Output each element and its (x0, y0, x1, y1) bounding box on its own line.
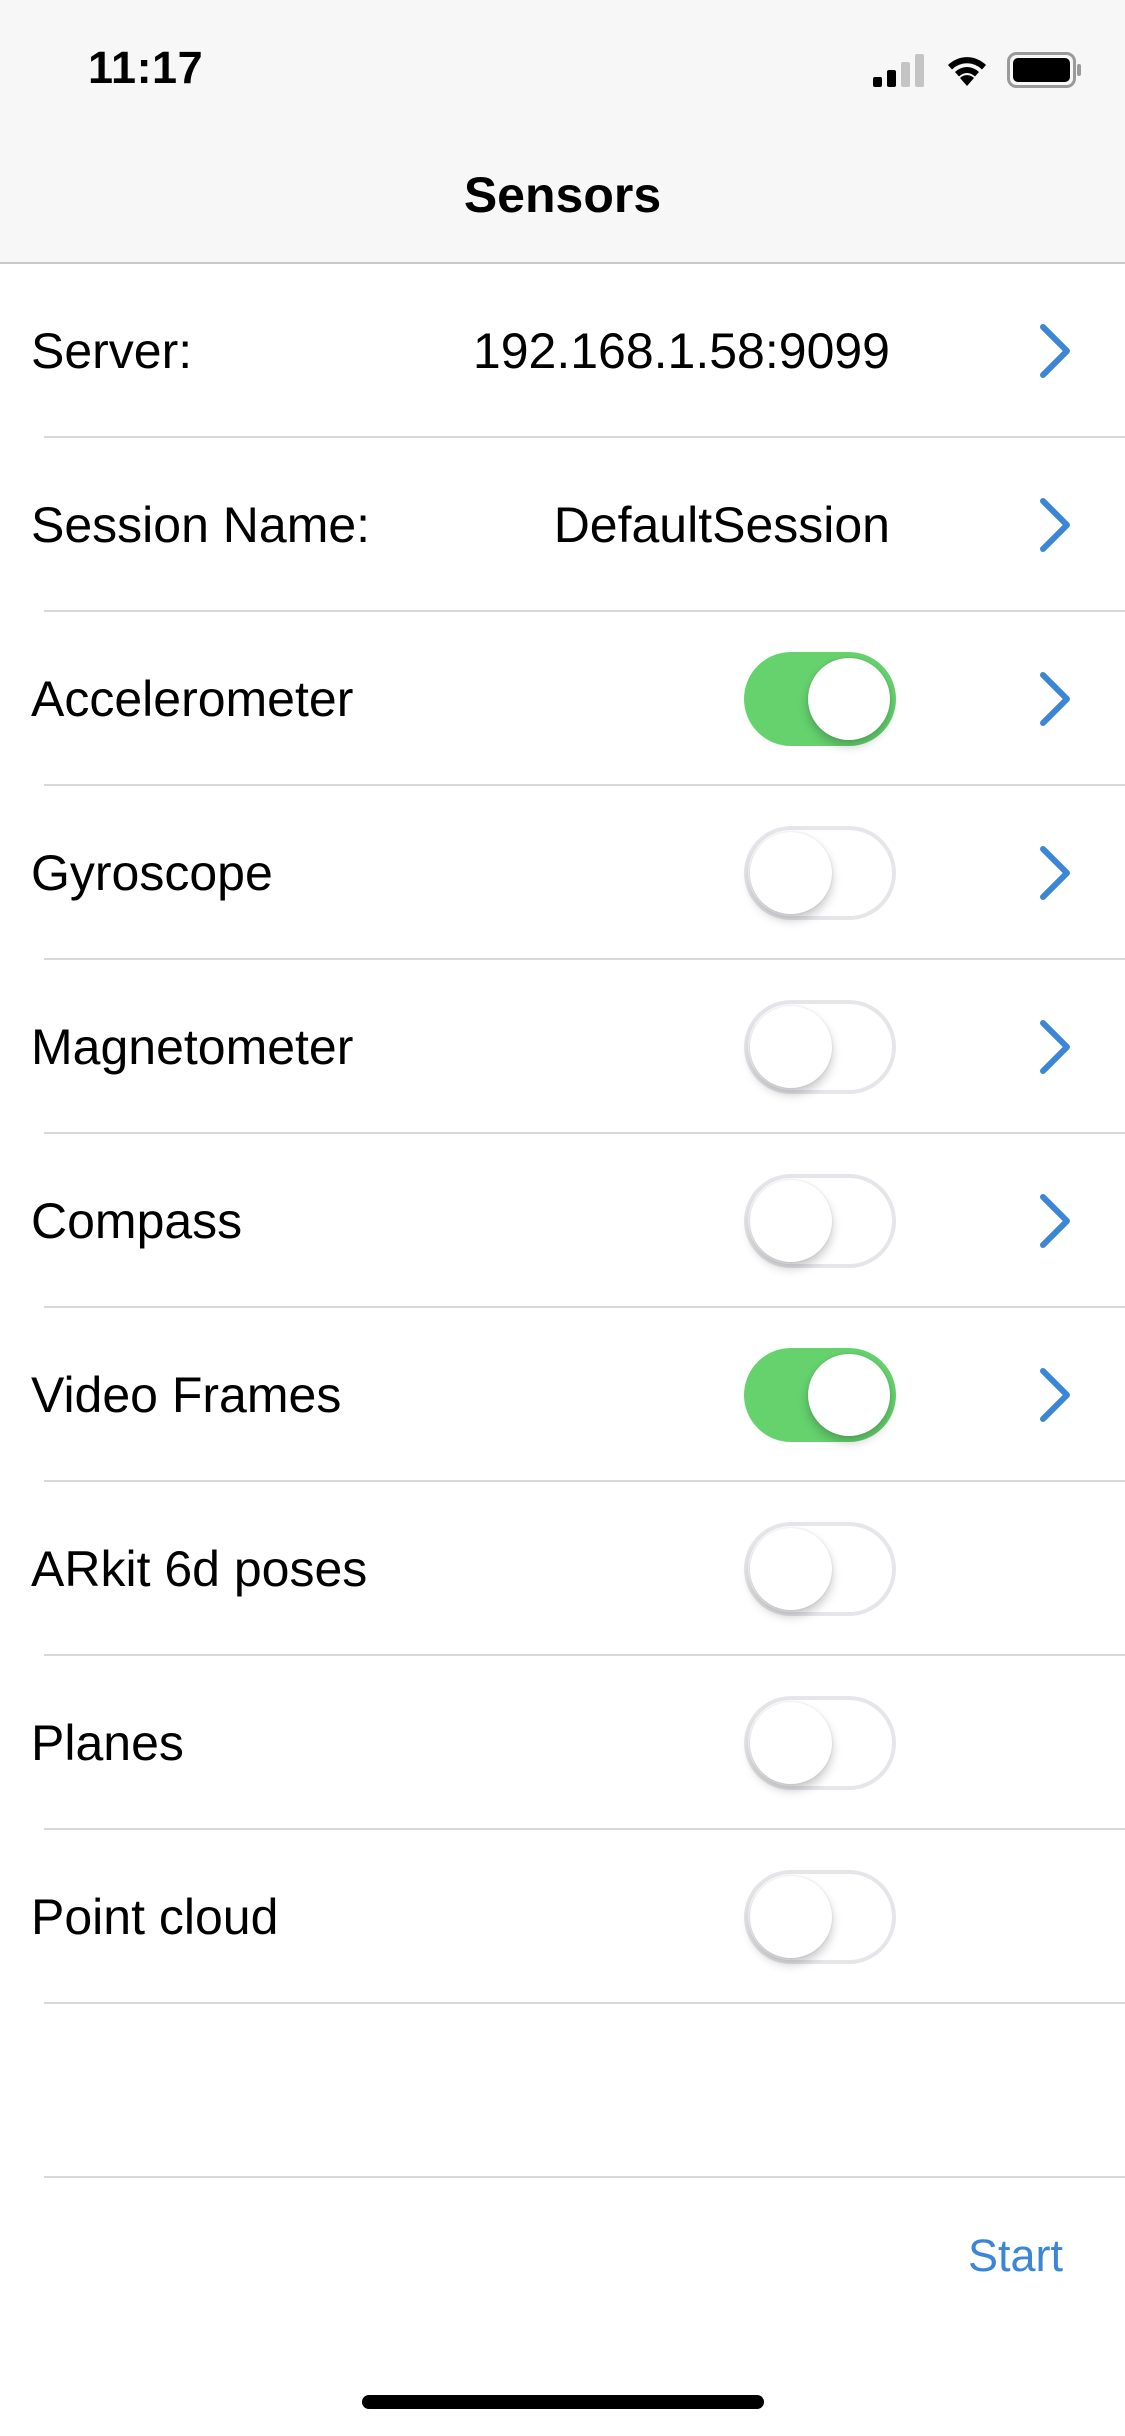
row-session-name[interactable]: Session Name: DefaultSession (0, 438, 1125, 612)
toggle-knob (750, 1702, 832, 1784)
arkit-6d-poses-toggle[interactable] (744, 1522, 896, 1616)
point-cloud-toggle[interactable] (744, 1870, 896, 1964)
row-label: ARkit 6d poses (31, 1541, 368, 1597)
toggle-knob (750, 832, 832, 914)
navigation-bar: Sensors (0, 132, 1125, 264)
chevron-right-icon[interactable] (1033, 1017, 1077, 1077)
status-bar: 11:17 (0, 0, 1125, 132)
row-arkit-6d-poses: ARkit 6d poses (0, 1482, 1125, 1656)
row-label: Video Frames (31, 1367, 342, 1423)
row-planes: Planes (0, 1656, 1125, 1830)
row-gyroscope: Gyroscope (0, 786, 1125, 960)
row-label: Compass (31, 1193, 243, 1249)
compass-toggle[interactable] (744, 1174, 896, 1268)
toggle-knob (750, 1528, 832, 1610)
chevron-right-icon[interactable] (1033, 321, 1077, 381)
row-label: Session Name: (31, 497, 371, 553)
toggle-knob (808, 1354, 890, 1436)
row-label: Magnetometer (31, 1019, 354, 1075)
row-label: Planes (31, 1715, 184, 1771)
start-button[interactable]: Start (968, 2230, 1063, 2282)
empty-row (0, 2004, 1125, 2178)
wifi-icon (948, 57, 986, 86)
cellular-signal-icon (873, 54, 924, 87)
sensor-settings-list: Server: 192.168.1.58:9099 Session Name: … (0, 264, 1125, 2178)
row-accelerometer: Accelerometer (0, 612, 1125, 786)
row-point-cloud: Point cloud (0, 1830, 1125, 2004)
row-label: Gyroscope (31, 845, 273, 901)
toggle-knob (750, 1006, 832, 1088)
gyroscope-toggle[interactable] (744, 826, 896, 920)
server-address-value: 192.168.1.58:9099 (472, 323, 890, 379)
row-magnetometer: Magnetometer (0, 960, 1125, 1134)
planes-toggle[interactable] (744, 1696, 896, 1790)
row-compass: Compass (0, 1134, 1125, 1308)
chevron-right-icon[interactable] (1033, 669, 1077, 729)
accelerometer-toggle[interactable] (744, 652, 896, 746)
magnetometer-toggle[interactable] (744, 1000, 896, 1094)
video-frames-toggle[interactable] (744, 1348, 896, 1442)
session-name-value: DefaultSession (553, 497, 890, 553)
toggle-knob (750, 1876, 832, 1958)
row-label: Server: (31, 323, 193, 379)
battery-icon (1007, 52, 1081, 88)
row-label: Point cloud (31, 1889, 279, 1945)
page-title: Sensors (463, 167, 662, 223)
toggle-knob (808, 658, 890, 740)
row-label: Accelerometer (31, 671, 354, 727)
row-server[interactable]: Server: 192.168.1.58:9099 (0, 264, 1125, 438)
chevron-right-icon[interactable] (1033, 843, 1077, 903)
chevron-right-icon[interactable] (1033, 1191, 1077, 1251)
status-time: 11:17 (88, 42, 204, 93)
toggle-knob (750, 1180, 832, 1262)
chevron-right-icon[interactable] (1033, 495, 1077, 555)
home-indicator (362, 2395, 764, 2409)
chevron-right-icon[interactable] (1033, 1365, 1077, 1425)
status-icons (873, 50, 1083, 90)
row-video-frames: Video Frames (0, 1308, 1125, 1482)
